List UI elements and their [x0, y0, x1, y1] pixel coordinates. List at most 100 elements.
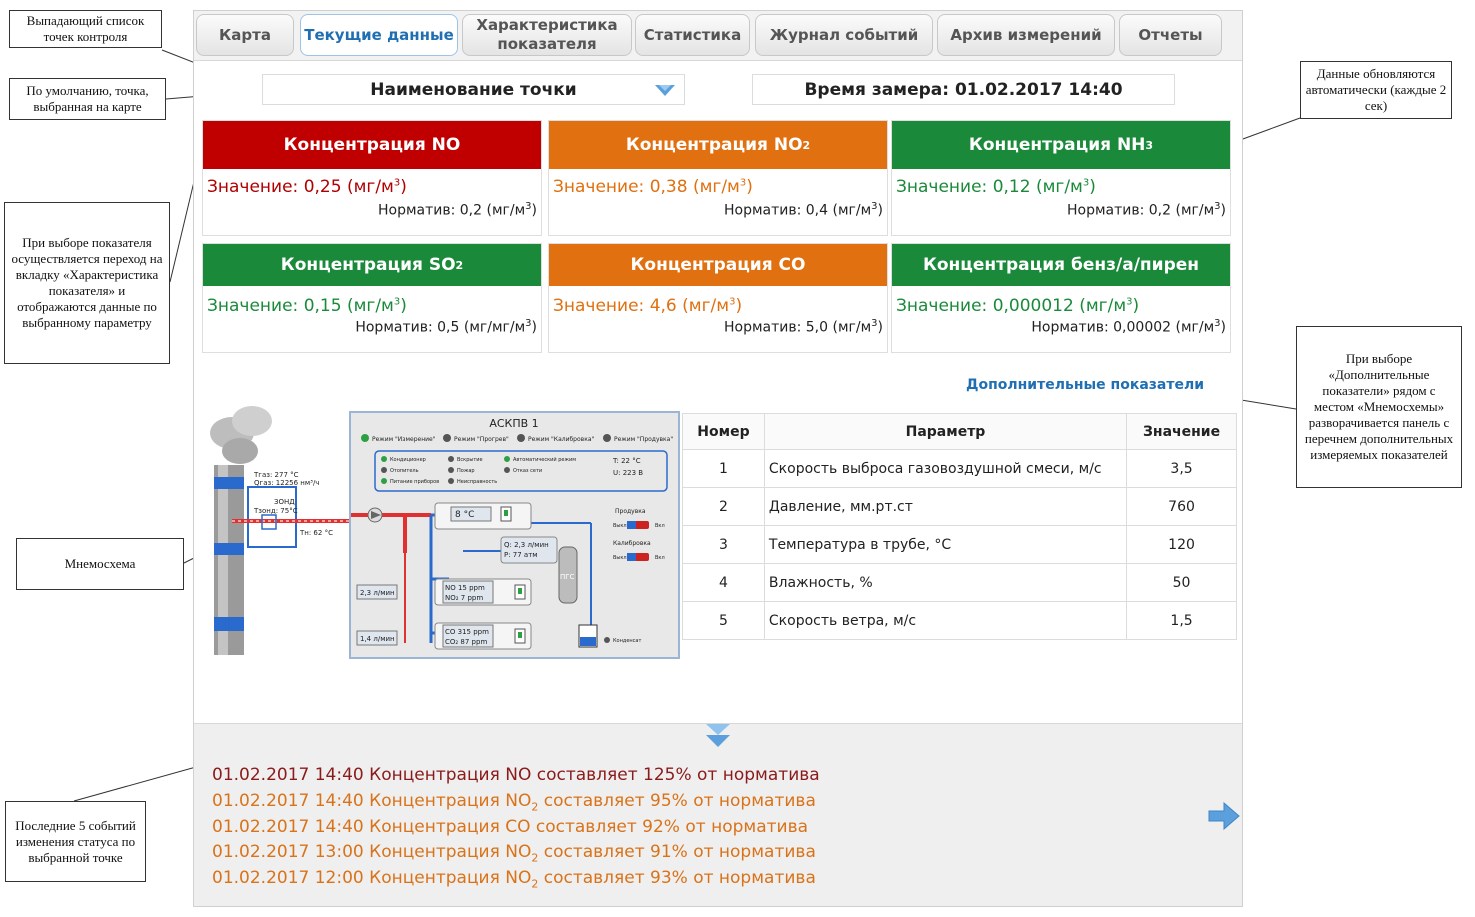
card-so2-value: Значение: 0,15 (мг/м3) — [203, 286, 541, 318]
note-default-point: По умолчанию, точка, выбранная на карте — [9, 78, 166, 120]
askpv-diagram: АСКПВ 1 Режим "Измерение" Режим "Прогрев… — [351, 417, 673, 650]
arrow-right-icon[interactable] — [1208, 802, 1240, 830]
card-title-text: Концентрация NO — [283, 135, 461, 155]
unit-close: ) — [877, 319, 883, 336]
unit-close: ) — [531, 319, 537, 336]
tab-statistics[interactable]: Статистика — [635, 14, 750, 56]
unit-close: ) — [1089, 177, 1096, 197]
tab-map[interactable]: Карта — [196, 14, 294, 56]
norm-text: Норматив: 0,00002 (мг/м — [1031, 319, 1215, 336]
row-parameter: Влажность, % — [763, 563, 1128, 602]
calib-label: Калибровка — [613, 540, 651, 547]
device1-temp: 8 °C — [455, 510, 474, 520]
probe-label: ЗОНД — [274, 498, 295, 506]
note-events: Последние 5 событий изменения статуса по… — [5, 801, 146, 882]
askpv-title: АСКПВ 1 — [489, 417, 538, 430]
panel-temp: T: 22 °C — [612, 457, 641, 465]
row-number: 2 — [682, 487, 765, 526]
col-parameter: Параметр — [763, 413, 1128, 450]
card-nh3-norm: Норматив: 0,2 (мг/м3) — [892, 201, 1230, 219]
event-text: 01.02.2017 14:40 Концентрация NO — [212, 765, 532, 785]
probe-temp-label: Tзонд: 75°C — [253, 507, 298, 515]
panel-voltage: U: 223 В — [613, 469, 643, 477]
card-no-title: Концентрация NO — [203, 121, 541, 169]
value-text: Значение: 4,6 (мг/м — [553, 296, 730, 316]
card-co[interactable]: Концентрация CO Значение: 4,6 (мг/м3) Но… — [548, 243, 888, 353]
point-select-label: Наименование точки — [370, 79, 577, 100]
extra-indicators-link[interactable]: Дополнительные показатели — [966, 377, 1204, 393]
norm-text: Норматив: 0,4 (мг/м — [723, 202, 872, 219]
calib-off: Выкл — [613, 555, 627, 561]
card-no2-norm: Норматив: 0,4 (мг/м3) — [549, 201, 887, 219]
device3-co2: CO₂ 87 ppm — [445, 638, 487, 646]
status-fault: Неисправность — [457, 479, 497, 485]
event-text: 01.02.2017 14:40 Концентрация CO — [212, 817, 531, 837]
card-title-text: Концентрация NO — [625, 135, 803, 155]
event-item: 01.02.2017 12:00 Концентрация NO2 состав… — [212, 868, 816, 890]
tab-current-data[interactable]: Текущие данные — [300, 14, 458, 56]
pressure-p-label: P: 77 атм — [504, 551, 538, 559]
row-parameter: Давление, мм.рт.ст — [763, 487, 1128, 526]
card-title-sub: 2 — [455, 258, 464, 272]
purge-label: Продувка — [615, 508, 646, 515]
card-title-text: Концентрация бенз/а/пирен — [922, 255, 1200, 275]
row-value: 50 — [1126, 563, 1237, 602]
norm-text: Норматив: 0,2 (мг/м — [377, 202, 526, 219]
norm-text: Норматив: 0,2 (мг/м — [1066, 202, 1215, 219]
col-number: Номер — [682, 413, 765, 450]
card-no-value: Значение: 0,25 (мг/м3) — [203, 169, 541, 201]
row-parameter: Скорость ветра, м/с — [763, 601, 1128, 640]
event-suffix: составляет 93% от норматива — [538, 868, 816, 888]
app-window: Карта Текущие данные Характеристика пока… — [193, 10, 1243, 907]
device2-no2: NO₂ 7 ppm — [445, 594, 483, 602]
tab-measurement-archive[interactable]: Архив измерений — [937, 14, 1115, 56]
status-network: Отказ сети — [513, 468, 542, 474]
calib-on: Вкл — [655, 555, 665, 561]
event-suffix: составляет 95% от норматива — [538, 791, 816, 811]
col-value: Значение — [1126, 413, 1237, 450]
event-item: 01.02.2017 14:40 Концентрация NO составл… — [212, 765, 820, 787]
table-row: 3 Температура в трубе, °С 120 — [682, 525, 1237, 564]
unit-close: ) — [400, 177, 407, 197]
event-item: 01.02.2017 14:40 Концентрация NO2 состав… — [212, 791, 816, 813]
event-text: 01.02.2017 12:00 Концентрация NO — [212, 868, 532, 888]
mode-measure: Режим "Измерение" — [372, 436, 436, 443]
tab-bar: Карта Текущие данные Характеристика пока… — [194, 11, 1242, 61]
tab-reports[interactable]: Отчеты — [1119, 14, 1222, 56]
row-parameter: Температура в трубе, °С — [763, 525, 1128, 564]
unit-close: ) — [1220, 319, 1226, 336]
card-no2[interactable]: Концентрация NO 2 Значение: 0,38 (мг/м3) … — [548, 120, 888, 236]
mode-calibration: Режим "Калибровка" — [528, 436, 594, 443]
card-nh3[interactable]: Концентрация NH 3 Значение: 0,12 (мг/м3) … — [891, 120, 1231, 236]
double-chevron-down-icon[interactable] — [704, 723, 732, 749]
card-so2-title: Концентрация SO 2 — [203, 244, 541, 286]
line-temp-label: Tн: 62 °C — [299, 529, 333, 537]
card-no[interactable]: Концентрация NO Значение: 0,25 (мг/м3) Н… — [202, 120, 542, 236]
card-so2[interactable]: Концентрация SO 2 Значение: 0,15 (мг/м3) … — [202, 243, 542, 353]
tab-indicator-characteristics[interactable]: Характеристика показателя — [462, 14, 632, 56]
event-suffix: составляет 92% от норматива — [530, 817, 809, 837]
card-title-sub: 2 — [802, 138, 811, 152]
event-text: 01.02.2017 14:40 Концентрация NO — [212, 791, 532, 811]
table-header-row: Номер Параметр Значение — [682, 413, 1237, 450]
status-ac: Кондиционер — [390, 457, 426, 463]
measure-time: Время замера: 01.02.2017 14:40 — [752, 74, 1175, 105]
tab-event-log[interactable]: Журнал событий — [755, 14, 933, 56]
card-benzapyrene[interactable]: Концентрация бенз/а/пирен Значение: 0,00… — [891, 243, 1231, 353]
card-no2-title: Концентрация NO 2 — [549, 121, 887, 169]
value-text: Значение: 0,000012 (мг/м — [896, 296, 1127, 316]
stack-illustration: Tгаз: 277 °C Qгаз: 12256 нм³/ч ЗОНД Tзон… — [210, 406, 352, 655]
flow-q-label: Q: 2,3 л/мин — [504, 541, 549, 549]
norm-text: Норматив: 0,5 (мг/мг/м — [355, 319, 526, 336]
note-mnemo: Мнемосхема — [16, 538, 184, 590]
row-number: 3 — [682, 525, 765, 564]
unit-close: ) — [531, 202, 537, 219]
mnemoscheme[interactable]: Tгаз: 277 °C Qгаз: 12256 нм³/ч ЗОНД Tзон… — [202, 403, 682, 663]
card-title-sub: 3 — [1145, 138, 1154, 152]
point-select-dropdown[interactable]: Наименование точки — [262, 74, 685, 105]
table-row: 2 Давление, мм.рт.ст 760 — [682, 487, 1237, 526]
card-co-value: Значение: 4,6 (мг/м3) — [549, 286, 887, 318]
status-heater: Отопитель — [390, 468, 419, 474]
status-auto: Автоматический режим — [513, 456, 576, 463]
event-text: 01.02.2017 13:00 Концентрация NO — [212, 842, 532, 862]
